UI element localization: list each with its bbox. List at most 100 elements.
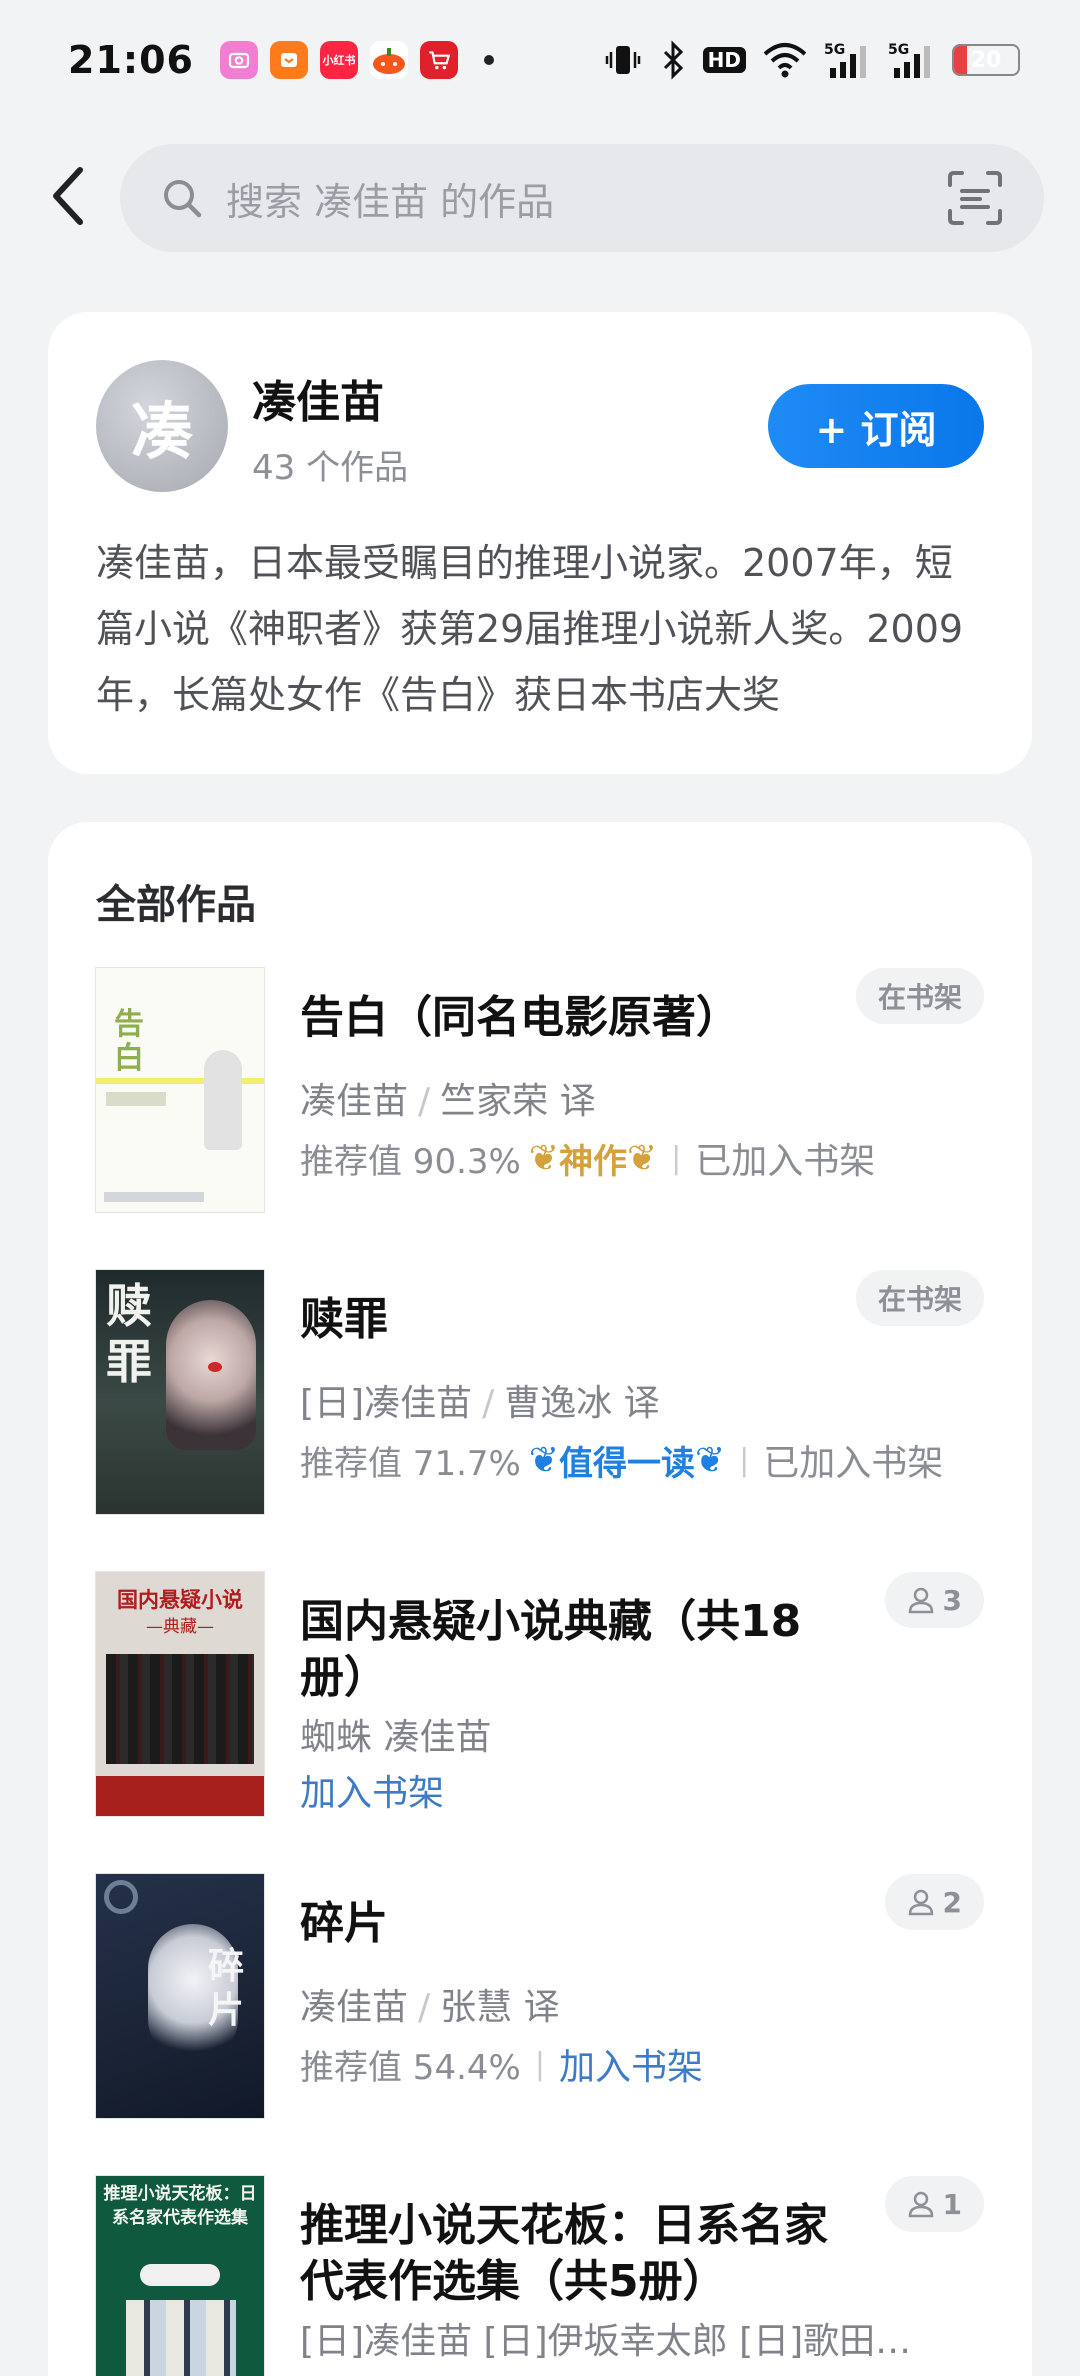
rating-badge-label: 神作: [559, 1141, 627, 1182]
on-shelf-tag: 在书架: [855, 968, 984, 1024]
battery-level: 20: [970, 47, 1002, 73]
signal-5g-icon: 5G: [824, 40, 872, 80]
person-icon: [908, 1889, 933, 1916]
book-rating-line: 推荐值 90.3% ❦ 神作 ❦ | 已加入书架: [300, 1132, 875, 1184]
cover-book-spines: [106, 1654, 254, 1764]
rating-badge-label: 值得一读: [559, 1443, 695, 1484]
cover-title: 推理小说天花板：日系名家代表作选集: [103, 2184, 257, 2228]
xiaohongshu-app-icon: 小红书: [319, 41, 358, 79]
signal-5g-icon: 5G: [888, 40, 936, 80]
pumpkin-app-icon: [369, 41, 408, 79]
on-shelf-tag: 在书架: [855, 1270, 984, 1326]
reader-count: 2: [942, 1885, 962, 1919]
book-cover[interactable]: 推理小说天花板：日系名家代表作选集: [96, 2176, 264, 2376]
cover-title: 赎罪: [106, 1279, 152, 1389]
laurel-icon: ❦: [627, 1137, 658, 1179]
add-to-shelf-link[interactable]: 加入书架: [300, 1764, 444, 1816]
book-author-line: 蜘蛛 凑佳苗: [300, 1708, 491, 1760]
notification-icons: 小红书: [219, 41, 494, 79]
book-title[interactable]: 国内悬疑小说典藏（共18册）: [300, 1594, 860, 1706]
book-translator: 曹逸冰 译: [504, 1383, 660, 1424]
book-item[interactable]: 推理小说天花板：日系名家代表作选集 推理小说天花板：日系名家代表作选集（共5册）…: [96, 2176, 984, 2376]
shopping-app-icon: [269, 41, 308, 79]
rating-badge: ❦ 神作 ❦: [529, 1134, 657, 1183]
search-input[interactable]: 搜索 凑佳苗 的作品: [120, 144, 1044, 252]
cover-decoration: [104, 1880, 138, 1914]
avatar[interactable]: 凑: [96, 360, 228, 492]
rating-badge: ❦ 值得一读 ❦: [529, 1436, 725, 1485]
back-arrow-icon: [53, 167, 83, 225]
person-icon: [908, 2191, 933, 2218]
cover-title: 碎片: [208, 1945, 245, 2031]
book-translator: 竺家荣 译: [440, 1081, 596, 1122]
book-title[interactable]: 告白（同名电影原著）: [300, 990, 860, 1046]
svg-text:5G: 5G: [824, 42, 845, 58]
shelf-status: 已加入书架: [763, 1443, 944, 1484]
divider: |: [739, 1442, 750, 1478]
recommend-value: 推荐值 54.4%: [300, 2047, 521, 2088]
book-title[interactable]: 碎片: [300, 1896, 860, 1952]
status-time: 21:06: [68, 38, 194, 82]
cover-eye: [208, 1362, 222, 1372]
book-item[interactable]: 告白 告白（同名电影原著） 凑佳苗 / 竺家荣 译 推荐值 90.3% ❦ 神作 ❦ |…: [96, 968, 984, 1214]
book-author-line: [日]凑佳苗 / 曹逸冰 译: [300, 1383, 660, 1424]
scan-icon[interactable]: [946, 169, 1004, 227]
author-name: 凑佳苗: [252, 377, 384, 428]
book-title[interactable]: 赎罪: [300, 1292, 860, 1348]
camera-app-icon: [219, 41, 258, 79]
more-notifications-dot: [483, 55, 494, 65]
divider: |: [534, 2046, 545, 2082]
subscribe-button[interactable]: + 订阅: [768, 384, 984, 468]
book-cover[interactable]: 国内悬疑小说 —典藏—: [96, 1572, 264, 1816]
book-cover[interactable]: 告白: [96, 968, 264, 1212]
laurel-icon: ❦: [695, 1439, 726, 1481]
reader-count-tag: 1: [884, 2176, 984, 2232]
reader-count: 1: [942, 2187, 962, 2221]
works-list-card: 全部作品 告白 告白（同名电影原著） 凑佳苗 / 竺家荣 译 推荐值 90.3% ❦…: [48, 822, 1032, 2376]
author-bio[interactable]: 凑佳苗，日本最受瞩目的推理小说家。2007年，短篇小说《神职者》获第29届推理小…: [96, 530, 986, 728]
status-bar: 21:06 小红书 HD 5G 5G 20: [0, 0, 1080, 120]
cover-footer: [96, 1776, 264, 1816]
hd-icon: HD: [702, 47, 746, 73]
search-icon: [164, 180, 202, 218]
add-to-shelf-link[interactable]: 加入书架: [559, 2038, 703, 2090]
book-item[interactable]: 国内悬疑小说 —典藏— 国内悬疑小说典藏（共18册） 蜘蛛 凑佳苗 加入书架 3: [96, 1572, 984, 1818]
battery-icon: 20: [952, 44, 1020, 76]
cover-decoration: [140, 2264, 220, 2286]
book-author: 凑佳苗: [300, 1081, 409, 1122]
book-rating-line: 推荐值 71.7% ❦ 值得一读 ❦ | 已加入书架: [300, 1434, 943, 1486]
book-item[interactable]: 碎片 碎片 凑佳苗 / 张慧 译 推荐值 54.4% | 加入书架 2: [96, 1874, 984, 2120]
author-works-count: 43 个作品: [252, 448, 409, 488]
recommend-value: 推荐值 71.7%: [300, 1443, 521, 1484]
reader-count-tag: 3: [884, 1572, 984, 1628]
book-author: [日]凑佳苗 [日]伊坂幸太郎 [日]歌田年 [日]东野圭吾: [300, 2321, 920, 2362]
system-icons: HD 5G 5G 20: [603, 40, 1020, 80]
bluetooth-icon: [659, 40, 687, 80]
book-author: 蜘蛛 凑佳苗: [300, 1717, 492, 1758]
book-title[interactable]: 推理小说天花板：日系名家代表作选集（共5册）: [300, 2198, 860, 2310]
wifi-icon: [762, 40, 808, 80]
cover-figure: [204, 1050, 242, 1150]
recommend-value: 推荐值 90.3%: [300, 1141, 521, 1182]
shelf-status: 已加入书架: [695, 1141, 876, 1182]
section-title: 全部作品: [96, 882, 256, 928]
svg-text:5G: 5G: [888, 42, 909, 58]
cover-subtitle: —典藏—: [146, 1617, 214, 1637]
reader-count-tag: 2: [884, 1874, 984, 1930]
vibrate-icon: [603, 40, 643, 80]
laurel-icon: ❦: [528, 1439, 559, 1481]
divider: |: [671, 1140, 682, 1176]
cart-app-icon: [419, 41, 458, 79]
cover-book-spines: [126, 2300, 236, 2376]
book-rating-line: 推荐值 54.4% | 加入书架: [300, 2038, 703, 2090]
person-icon: [908, 1587, 933, 1614]
book-author: [日]凑佳苗: [300, 1383, 473, 1424]
book-item[interactable]: 赎罪 赎罪 [日]凑佳苗 / 曹逸冰 译 推荐值 71.7% ❦ 值得一读 ❦ | 已加…: [96, 1270, 984, 1516]
back-button[interactable]: [40, 166, 100, 226]
book-action-line: 加入书架: [300, 1764, 444, 1816]
search-placeholder: 搜索 凑佳苗 的作品: [226, 179, 555, 224]
cover-title: 告白: [114, 1007, 144, 1076]
cover-decoration: [106, 1092, 166, 1106]
book-cover[interactable]: 碎片: [96, 1874, 264, 2118]
book-cover[interactable]: 赎罪: [96, 1270, 264, 1514]
